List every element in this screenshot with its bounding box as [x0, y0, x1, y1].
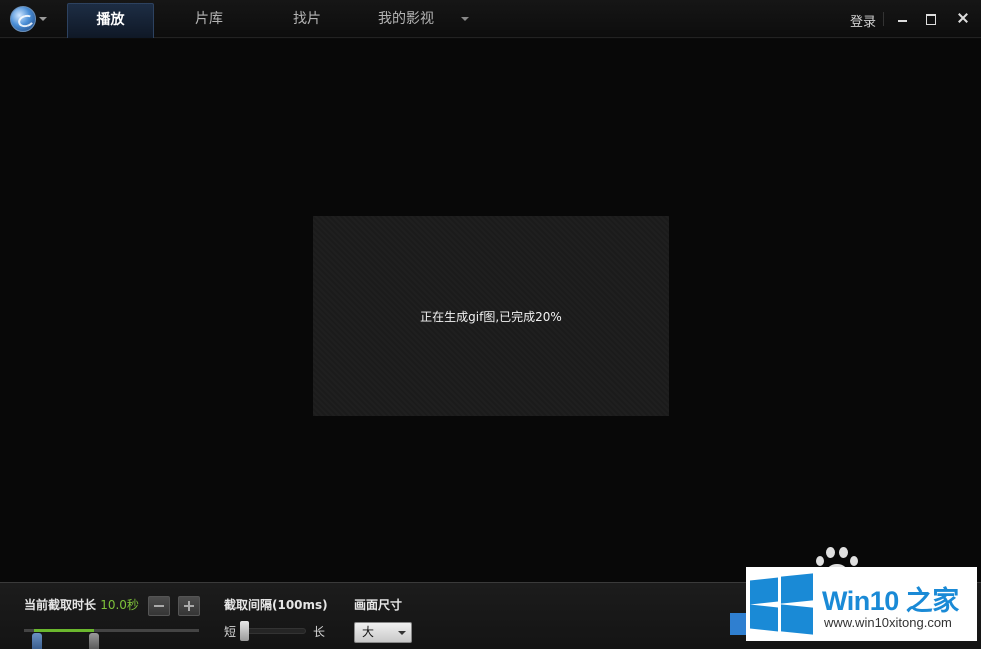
login-link[interactable]: 登录 — [850, 11, 876, 30]
range-end-handle[interactable] — [89, 633, 99, 649]
app-logo-icon[interactable] — [10, 6, 36, 32]
duration-label: 当前截取时长 10.0秒 — [24, 596, 139, 613]
size-label: 画面尺寸 — [354, 598, 403, 612]
tab-my-videos[interactable]: 我的影视 — [366, 3, 446, 38]
more-tabs-chevron-icon[interactable] — [461, 17, 469, 21]
watermark: Win10 之家 www.win10xitong.com — [746, 567, 977, 641]
watermark-title: Win10 之家 — [822, 586, 959, 616]
gif-progress-panel: 正在生成gif图,已完成20% — [313, 216, 669, 416]
duration-range-fill — [34, 629, 94, 632]
size-select[interactable]: 大 — [354, 622, 412, 643]
interval-slider-thumb[interactable] — [240, 621, 249, 641]
duration-label-text: 当前截取时长 — [24, 598, 97, 612]
chevron-down-icon — [398, 631, 406, 635]
close-icon[interactable] — [953, 8, 973, 28]
size-select-value: 大 — [362, 625, 375, 639]
divider — [883, 12, 884, 26]
duration-range-track[interactable] — [24, 629, 199, 632]
interval-label: 截取间隔(100ms) — [224, 598, 328, 612]
tab-play[interactable]: 播放 — [67, 3, 154, 38]
interval-long-label: 长 — [313, 625, 326, 639]
tab-library[interactable]: 片库 — [170, 3, 248, 38]
video-area[interactable]: 正在生成gif图,已完成20% — [0, 39, 981, 582]
interval-short-label: 短 — [224, 625, 237, 639]
interval-slider-track[interactable] — [244, 628, 306, 634]
minimize-icon[interactable] — [893, 8, 913, 28]
title-bar: 播放 片库 找片 我的影视 登录 — [0, 0, 981, 38]
chevron-down-icon[interactable] — [39, 17, 47, 21]
maximize-icon[interactable] — [921, 8, 941, 28]
windows-logo-icon — [750, 573, 813, 635]
duration-value: 10.0秒 — [100, 598, 139, 612]
range-start-handle[interactable] — [32, 633, 42, 649]
watermark-url: www.win10xitong.com — [824, 615, 952, 630]
increase-duration-button[interactable] — [178, 596, 200, 616]
tab-find[interactable]: 找片 — [268, 3, 346, 38]
gif-progress-text: 正在生成gif图,已完成20% — [420, 310, 562, 324]
decrease-duration-button[interactable] — [148, 596, 170, 616]
